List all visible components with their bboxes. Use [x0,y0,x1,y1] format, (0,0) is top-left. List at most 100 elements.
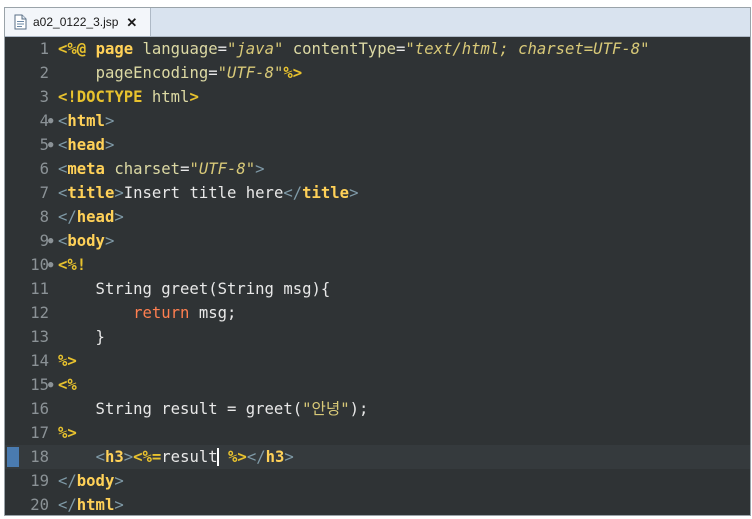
fold-toggle-icon[interactable]: ● [48,109,55,133]
fold-toggle-icon[interactable]: ● [48,373,55,397]
code-token: < [58,112,68,130]
code-token: String result = greet( [58,400,303,418]
code-line[interactable]: 7 <title>Insert title here</title> [5,181,750,205]
fold-toggle-icon[interactable]: ● [48,133,55,157]
code-token: > [114,496,124,514]
line-number: 19 [30,472,49,490]
code-text: } [58,325,105,349]
code-token: pageEncoding [95,64,209,82]
code-token: %> [228,448,247,466]
code-text: <body> [58,229,114,253]
file-tab[interactable]: a02_0122_3.jsp ✕ [5,8,151,36]
editor-window: a02_0122_3.jsp ✕ 1 <%@ page language="jav… [4,7,751,516]
editor-tab-bar: a02_0122_3.jsp ✕ [5,8,750,37]
code-token: title [302,184,350,202]
code-line[interactable]: 16 String result = greet("안녕"); [5,397,750,421]
code-token: > [114,208,124,226]
code-token: > [104,136,115,154]
code-token: body [67,232,105,250]
code-token: </ [58,496,77,514]
code-token: language [142,40,218,58]
code-token: "java" [227,40,284,58]
line-number: 20 [30,496,49,514]
code-line[interactable]: 17 %> [5,421,750,445]
code-token: msg; [189,304,237,322]
code-line[interactable]: 3 <!DOCTYPE html> [5,85,750,109]
code-line[interactable]: 1 <%@ page language="java" contentType="t… [5,37,750,61]
code-editor[interactable]: 1 <%@ page language="java" contentType="t… [5,37,750,515]
code-token: h3 [265,448,285,466]
code-token: < [58,160,68,178]
code-token: charset [114,160,181,178]
code-token: </ [246,448,266,466]
code-line[interactable]: 5 ● <head> [5,133,750,157]
code-text: <!DOCTYPE html> [58,85,199,109]
code-line[interactable]: 9 ● <body> [5,229,750,253]
code-token: = [396,40,406,58]
line-number: 7 [39,184,49,202]
code-token: h3 [104,448,124,466]
code-line[interactable]: 10 ● <%! [5,253,750,277]
line-number: 17 [30,424,49,442]
code-token: body [76,472,115,490]
code-text: String result = greet("안녕"); [58,397,369,421]
code-text: <% [58,373,77,397]
code-token: return [133,304,190,322]
fold-toggle-icon[interactable]: ● [48,229,55,253]
code-line[interactable]: 18 <h3><%=result %></h3> [5,445,750,469]
code-line[interactable]: 11 String greet(String msg){ [5,277,750,301]
jsp-file-icon [14,14,27,30]
code-line[interactable]: 8 </head> [5,205,750,229]
code-token: "UTF-8" [217,64,284,82]
code-line[interactable]: 15 ● <% [5,373,750,397]
code-text: return msg; [58,301,236,325]
code-line[interactable]: 4 ● <html> [5,109,750,133]
code-token: page [95,40,143,58]
code-token: <!DOCTYPE [58,88,152,106]
code-token: contentType [292,40,397,58]
code-text: %> [58,421,77,445]
code-line[interactable]: 13 } [5,325,750,349]
code-token: > [104,232,115,250]
code-text: <h3><%=result %></h3> [58,445,294,469]
code-token: "UTF-8" [189,160,256,178]
code-line[interactable]: 2 pageEncoding="UTF-8"%> [5,61,750,85]
code-line[interactable]: 14 %> [5,349,750,373]
code-text: </html> [58,493,124,515]
code-token: > [114,184,124,202]
line-number: 10 [30,256,49,274]
line-number: 5 [39,136,49,154]
close-tab-icon[interactable]: ✕ [126,16,137,29]
code-token: <%= [133,448,162,466]
line-number: 8 [39,208,49,226]
line-number: 11 [30,280,49,298]
line-number: 16 [30,400,49,418]
code-token: < [95,448,105,466]
code-token: %> [58,352,77,370]
code-token: %> [58,424,77,442]
line-number: 9 [39,232,49,250]
code-token: } [58,328,105,346]
line-number: 4 [39,112,49,130]
line-number: 2 [39,64,49,82]
code-token: title [67,184,115,202]
code-token: <% [58,376,77,394]
code-token: String greet(String msg){ [58,280,331,298]
code-line[interactable]: 20 </html> [5,493,750,515]
code-token: > [349,184,359,202]
code-token: "text/html; charset=UTF-8" [405,40,650,58]
code-line[interactable]: 6 <meta charset="UTF-8"> [5,157,750,181]
fold-toggle-icon[interactable]: ● [48,253,55,277]
code-token: html [151,88,190,106]
code-token: </ [58,472,77,490]
code-token: ); [349,400,369,418]
code-line[interactable]: 19 </body> [5,469,750,493]
code-line[interactable]: 12 return msg; [5,301,750,325]
code-token: head [67,136,105,154]
code-token: > [255,160,265,178]
code-token: < [58,136,68,154]
code-text: <%! [58,253,86,277]
code-text: <html> [58,109,114,133]
